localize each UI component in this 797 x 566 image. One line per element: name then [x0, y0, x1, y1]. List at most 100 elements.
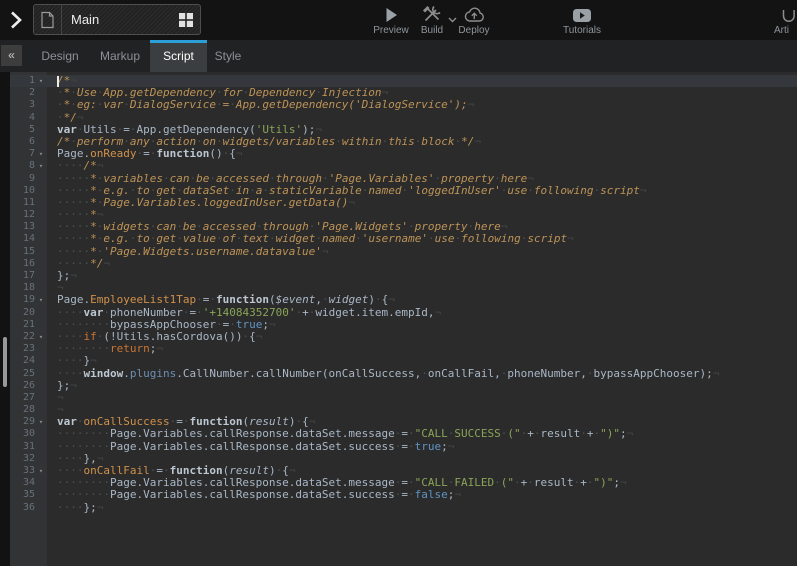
code-line-text[interactable]: ········Page.Variables.callResponse.data…	[47, 489, 797, 501]
line-number: 21	[10, 319, 35, 331]
line-number: 36	[10, 502, 35, 514]
gutter-cell: 30	[10, 428, 47, 440]
code-fold-toggle-icon[interactable]: ▾	[35, 465, 47, 477]
fold-spacer	[35, 392, 47, 404]
code-fold-toggle-icon[interactable]: ▾	[35, 160, 47, 172]
code-line: 35········Page.Variables.callResponse.da…	[10, 489, 797, 501]
code-line-text[interactable]: };¬	[47, 380, 797, 392]
gutter-cell: 20	[10, 307, 47, 319]
tutorials-label: Tutorials	[554, 25, 610, 36]
line-number: 15	[10, 246, 35, 258]
line-number: 12	[10, 209, 35, 221]
code-line: 11 ·····*·Page.Variables.loggedInUser.get…	[10, 197, 797, 209]
preview-button[interactable]: Preview	[367, 5, 415, 36]
line-number: 2	[10, 87, 35, 99]
document-icon	[34, 5, 62, 34]
line-number: 11	[10, 197, 35, 209]
collapse-icon: «	[8, 48, 15, 62]
text-caret	[57, 76, 59, 87]
code-line-text[interactable]: ····};¬	[47, 502, 797, 514]
fold-spacer	[35, 270, 47, 282]
cloud-upload-icon	[450, 5, 498, 23]
fold-spacer	[35, 185, 47, 197]
studio-window: Main Preview	[0, 0, 797, 566]
gutter-cell: 27	[10, 392, 47, 404]
script-editor[interactable]: 1▾/*¬2·*·Use·App.getDependency·for·Depen…	[0, 72, 797, 566]
code-fold-toggle-icon[interactable]: ▾	[35, 331, 47, 343]
code-fold-toggle-icon[interactable]: ▾	[35, 416, 47, 428]
code-line-text[interactable]: };¬	[47, 270, 797, 282]
code-line-text[interactable]: ····window.plugins.CallNumber.callNumber…	[47, 368, 797, 380]
page-selector[interactable]: Main	[33, 4, 201, 35]
fold-spacer	[35, 441, 47, 453]
fold-spacer	[35, 343, 47, 355]
code-fold-toggle-icon[interactable]: ▾	[35, 148, 47, 160]
artifacts-icon	[774, 5, 797, 23]
gutter-cell: 21	[10, 319, 47, 331]
tab-style[interactable]: Style	[207, 40, 249, 72]
line-number: 29	[10, 416, 35, 428]
fold-spacer	[35, 197, 47, 209]
line-number: 5	[10, 124, 35, 136]
line-number: 3	[10, 99, 35, 111]
line-number: 22	[10, 331, 35, 343]
gutter-cell: 26	[10, 380, 47, 392]
gutter-cell: 35	[10, 489, 47, 501]
expand-sidebar-button[interactable]	[9, 10, 25, 30]
code-line-text[interactable]: ·*·eg:·var·DialogService·=·App.getDepend…	[47, 99, 797, 111]
code-line: 7▾Page.onReady·=·function()·{¬	[10, 148, 797, 160]
line-number: 28	[10, 404, 35, 416]
line-number: 33	[10, 465, 35, 477]
line-number: 8	[10, 160, 35, 172]
fold-spacer	[35, 112, 47, 124]
gutter-cell: 2	[10, 87, 47, 99]
code-line-text[interactable]: ·····*·Page.Variables.loggedInUser.getDa…	[47, 197, 797, 209]
pages-grid-button[interactable]	[172, 5, 200, 34]
line-number: 7	[10, 148, 35, 160]
fold-spacer	[35, 502, 47, 514]
code-line: 15 ·····*·'Page.Widgets.username.datavalu…	[10, 246, 797, 258]
tab-markup[interactable]: Markup	[90, 40, 150, 72]
code-line-text[interactable]: ········return;¬	[47, 343, 797, 355]
gutter-cell: 3	[10, 99, 47, 111]
collapse-panel-button[interactable]: «	[1, 45, 22, 66]
gutter-cell: 9	[10, 173, 47, 185]
tab-design[interactable]: Design	[30, 40, 90, 72]
gutter-cell: 17	[10, 270, 47, 282]
gutter-cell: 32	[10, 453, 47, 465]
fold-spacer	[35, 258, 47, 270]
code-line-text[interactable]: Page.onReady·=·function()·{¬	[47, 148, 797, 160]
code-fold-toggle-icon[interactable]: ▾	[35, 75, 47, 87]
code-line-text[interactable]: ·····*·'Page.Widgets.username.datavalue'…	[47, 246, 797, 258]
scrollbar-thumb[interactable]	[3, 337, 7, 387]
gutter-cell: 4	[10, 112, 47, 124]
gutter-cell: 31	[10, 441, 47, 453]
grid-icon	[178, 12, 194, 28]
title-bar: Main Preview	[0, 0, 797, 40]
collapsed-panel-strip	[0, 72, 10, 566]
build-label: Build	[410, 25, 454, 36]
fold-spacer	[35, 87, 47, 99]
line-number: 17	[10, 270, 35, 282]
line-number: 10	[10, 185, 35, 197]
code-line: 25····window.plugins.CallNumber.callNumb…	[10, 368, 797, 380]
fold-spacer	[35, 489, 47, 501]
tutorials-button[interactable]: Tutorials	[554, 5, 610, 36]
code-line: 27 ¬	[10, 392, 797, 404]
code-line-text[interactable]: ········Page.Variables.callResponse.data…	[47, 441, 797, 453]
fold-spacer	[35, 209, 47, 221]
deploy-button[interactable]: Deploy	[450, 5, 498, 36]
code-line-text[interactable]: ¬	[47, 392, 797, 404]
artifacts-button[interactable]: Arti	[774, 5, 797, 36]
line-number: 18	[10, 282, 35, 294]
tab-script[interactable]: Script	[150, 40, 207, 72]
build-button[interactable]: Build	[410, 5, 454, 36]
code-fold-toggle-icon[interactable]: ▾	[35, 294, 47, 306]
line-number: 27	[10, 392, 35, 404]
fold-spacer	[35, 124, 47, 136]
fold-spacer	[35, 307, 47, 319]
code-line-text[interactable]: ·····*/¬	[47, 258, 797, 270]
gutter-cell: 12	[10, 209, 47, 221]
line-number: 16	[10, 258, 35, 270]
fold-spacer	[35, 221, 47, 233]
